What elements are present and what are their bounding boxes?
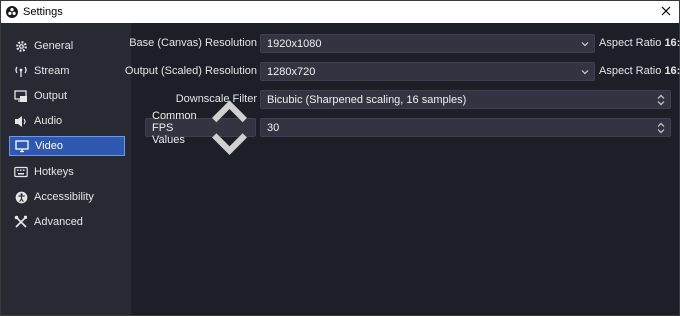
sidebar-item-hotkeys[interactable]: Hotkeys bbox=[9, 162, 125, 182]
sidebar-item-general[interactable]: General bbox=[9, 36, 125, 56]
sidebar-item-video[interactable]: Video bbox=[9, 136, 125, 156]
window-title: Settings bbox=[23, 6, 63, 18]
output-resolution-value: 1280x720 bbox=[267, 65, 316, 78]
sidebar-item-label: Advanced bbox=[34, 216, 83, 228]
accessibility-icon bbox=[14, 190, 28, 204]
speaker-icon bbox=[14, 114, 28, 128]
chevron-down-icon bbox=[581, 70, 589, 75]
sidebar-item-stream[interactable]: Stream bbox=[9, 61, 125, 81]
settings-sidebar: General Stream Output Audio Video Hotkey… bbox=[1, 23, 131, 315]
updown-arrows-icon bbox=[657, 94, 665, 106]
updown-arrows-icon bbox=[212, 100, 247, 155]
aspect-ratio-label: Aspect Ratio bbox=[599, 65, 662, 77]
fps-type-select[interactable]: Common FPS Values bbox=[145, 100, 256, 155]
sidebar-item-advanced[interactable]: Advanced bbox=[9, 212, 125, 232]
tools-icon bbox=[14, 215, 28, 229]
aspect-ratio-value: 16:9 bbox=[664, 65, 680, 77]
base-aspect-ratio: Aspect Ratio 16:9 bbox=[599, 37, 680, 49]
sidebar-item-audio[interactable]: Audio bbox=[9, 111, 125, 131]
sidebar-item-label: General bbox=[34, 40, 74, 52]
downscale-filter-select[interactable]: Bicubic (Sharpened scaling, 16 samples) bbox=[260, 90, 671, 109]
settings-window: Settings General Stream Output Audio Vid… bbox=[0, 0, 680, 316]
base-resolution-label: Base (Canvas) Resolution bbox=[129, 37, 257, 49]
fps-value-select[interactable]: 30 bbox=[260, 118, 671, 137]
close-icon[interactable] bbox=[659, 4, 673, 18]
output-icon bbox=[14, 89, 28, 103]
updown-arrows-icon bbox=[657, 122, 665, 134]
sidebar-item-label: Stream bbox=[34, 65, 70, 77]
sidebar-item-output[interactable]: Output bbox=[9, 86, 125, 106]
downscale-filter-value: Bicubic (Sharpened scaling, 16 samples) bbox=[267, 93, 467, 106]
antenna-icon bbox=[14, 64, 28, 78]
aspect-ratio-value: 16:9 bbox=[664, 37, 680, 49]
title-bar: Settings bbox=[1, 1, 679, 23]
sidebar-item-label: Accessibility bbox=[34, 191, 94, 203]
chevron-down-icon bbox=[581, 42, 589, 47]
sidebar-item-label: Hotkeys bbox=[34, 166, 74, 178]
keyboard-icon bbox=[14, 165, 28, 179]
sidebar-item-label: Video bbox=[35, 140, 63, 152]
gear-icon bbox=[14, 39, 28, 53]
video-settings-panel: Base (Canvas) Resolution 1920x1080 Aspec… bbox=[125, 23, 680, 315]
sidebar-item-accessibility[interactable]: Accessibility bbox=[9, 187, 125, 207]
aspect-ratio-label: Aspect Ratio bbox=[599, 37, 662, 49]
output-aspect-ratio: Aspect Ratio 16:9 bbox=[599, 65, 680, 77]
monitor-icon bbox=[15, 139, 29, 153]
sidebar-item-label: Audio bbox=[34, 115, 63, 127]
sidebar-item-label: Output bbox=[34, 90, 68, 102]
base-resolution-combo[interactable]: 1920x1080 bbox=[260, 34, 595, 53]
base-resolution-value: 1920x1080 bbox=[267, 37, 322, 50]
obs-logo-icon bbox=[6, 6, 18, 18]
output-resolution-combo[interactable]: 1280x720 bbox=[260, 62, 595, 81]
fps-type-value: Common FPS Values bbox=[152, 109, 197, 146]
output-resolution-label: Output (Scaled) Resolution bbox=[124, 65, 257, 77]
fps-value: 30 bbox=[267, 121, 280, 134]
